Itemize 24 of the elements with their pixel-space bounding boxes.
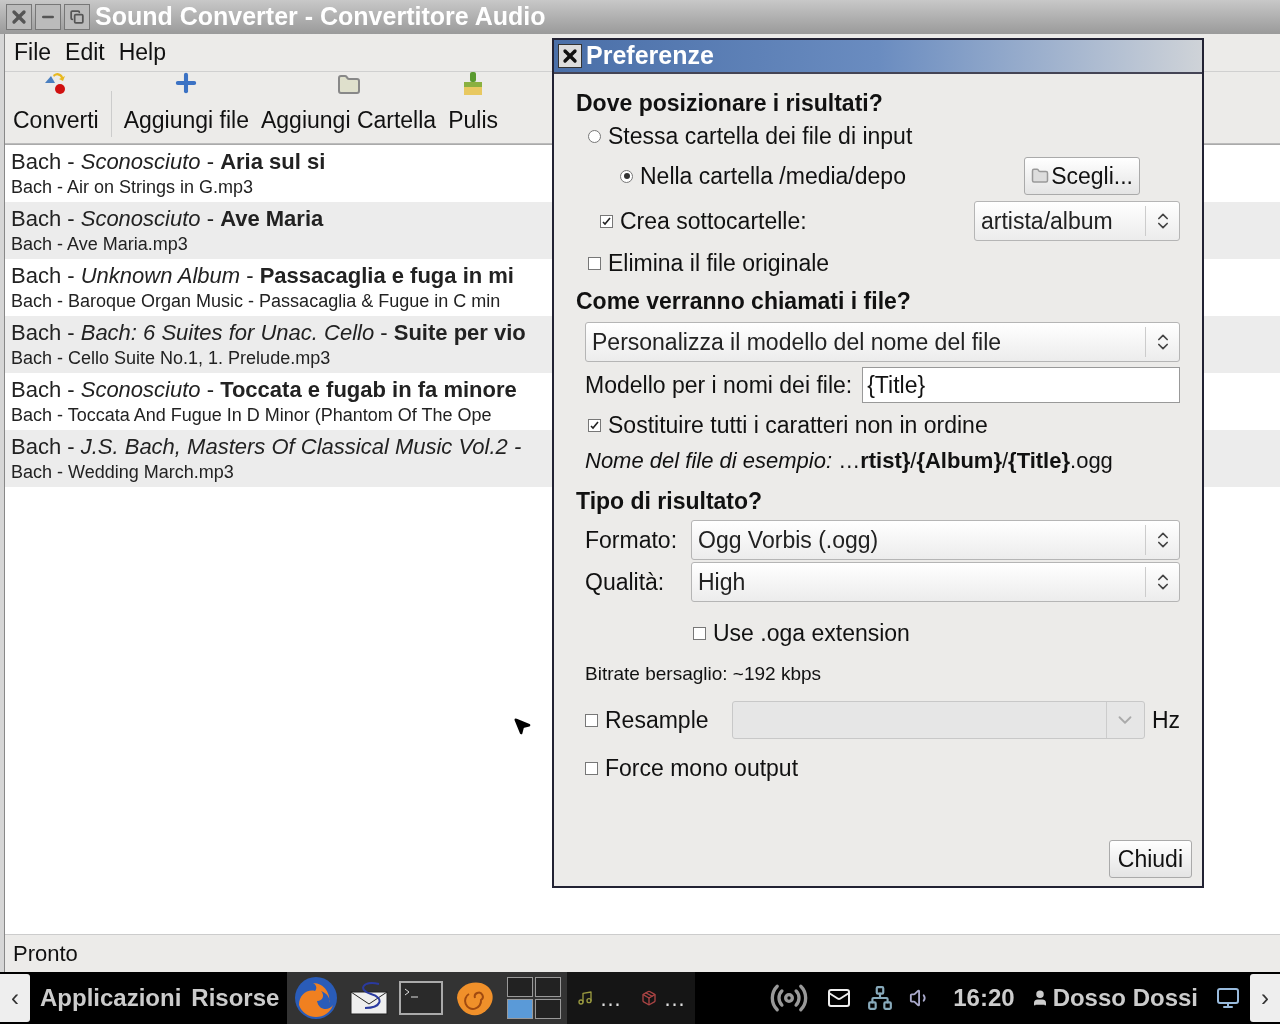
file-name: Bach - Cello Suite No.1, 1. Prelude.mp3 (11, 347, 331, 370)
file-name: Bach - Ave Maria.mp3 (11, 233, 188, 256)
track-title: Bach - Sconosciuto - Toccata e fugab in fa minore (11, 377, 517, 403)
field-label: Formato: (585, 525, 679, 555)
file-name: Bach - Air on Strings in G.mp3 (11, 176, 254, 199)
status-text: Pronto (13, 940, 78, 968)
bitrate-text: Bitrate bersaglio: ~192 kbps (584, 661, 823, 686)
track-title: Bach - Sconosciuto - Aria sul si (11, 149, 326, 175)
section-heading: Dove posizionare i risultati? (576, 89, 884, 118)
track-title: Bach - Sconosciuto - Ave Maria (11, 206, 324, 232)
file-name: Bach - Baroque Organ Music - Passacaglia & Fugue in C min (11, 290, 501, 313)
track-title: Bach - J.S. Bach, Masters Of Classical Music Vol.2 - (11, 434, 522, 460)
file-name: Bach - Wedding March.mp3 (11, 461, 234, 484)
track-title: Bach - Unknown Album - Passacaglia e fuga in mi (11, 263, 514, 289)
file-name: Bach - Toccata And Fugue In D Minor (Phantom Of The Ope (11, 404, 492, 427)
track-title: Bach - Bach: 6 Suites for Unac. Cello - Suite per vio (11, 320, 526, 346)
section-heading: Come verranno chiamati i file? (576, 286, 912, 316)
section-heading: Tipo di risultato? (576, 486, 764, 516)
example-filename: Nome del file di esempio: …rtist}/{Album}/{Title}.ogg (584, 446, 1114, 475)
field-label: Modello per i nomi dei file: (585, 370, 853, 400)
window-title: Sound Converter - Convertitore Audio (95, 1, 546, 33)
field-label: Qualità: (585, 567, 666, 597)
dialog-title: Preferenze (586, 40, 714, 72)
unit-label: Hz (1151, 705, 1180, 735)
